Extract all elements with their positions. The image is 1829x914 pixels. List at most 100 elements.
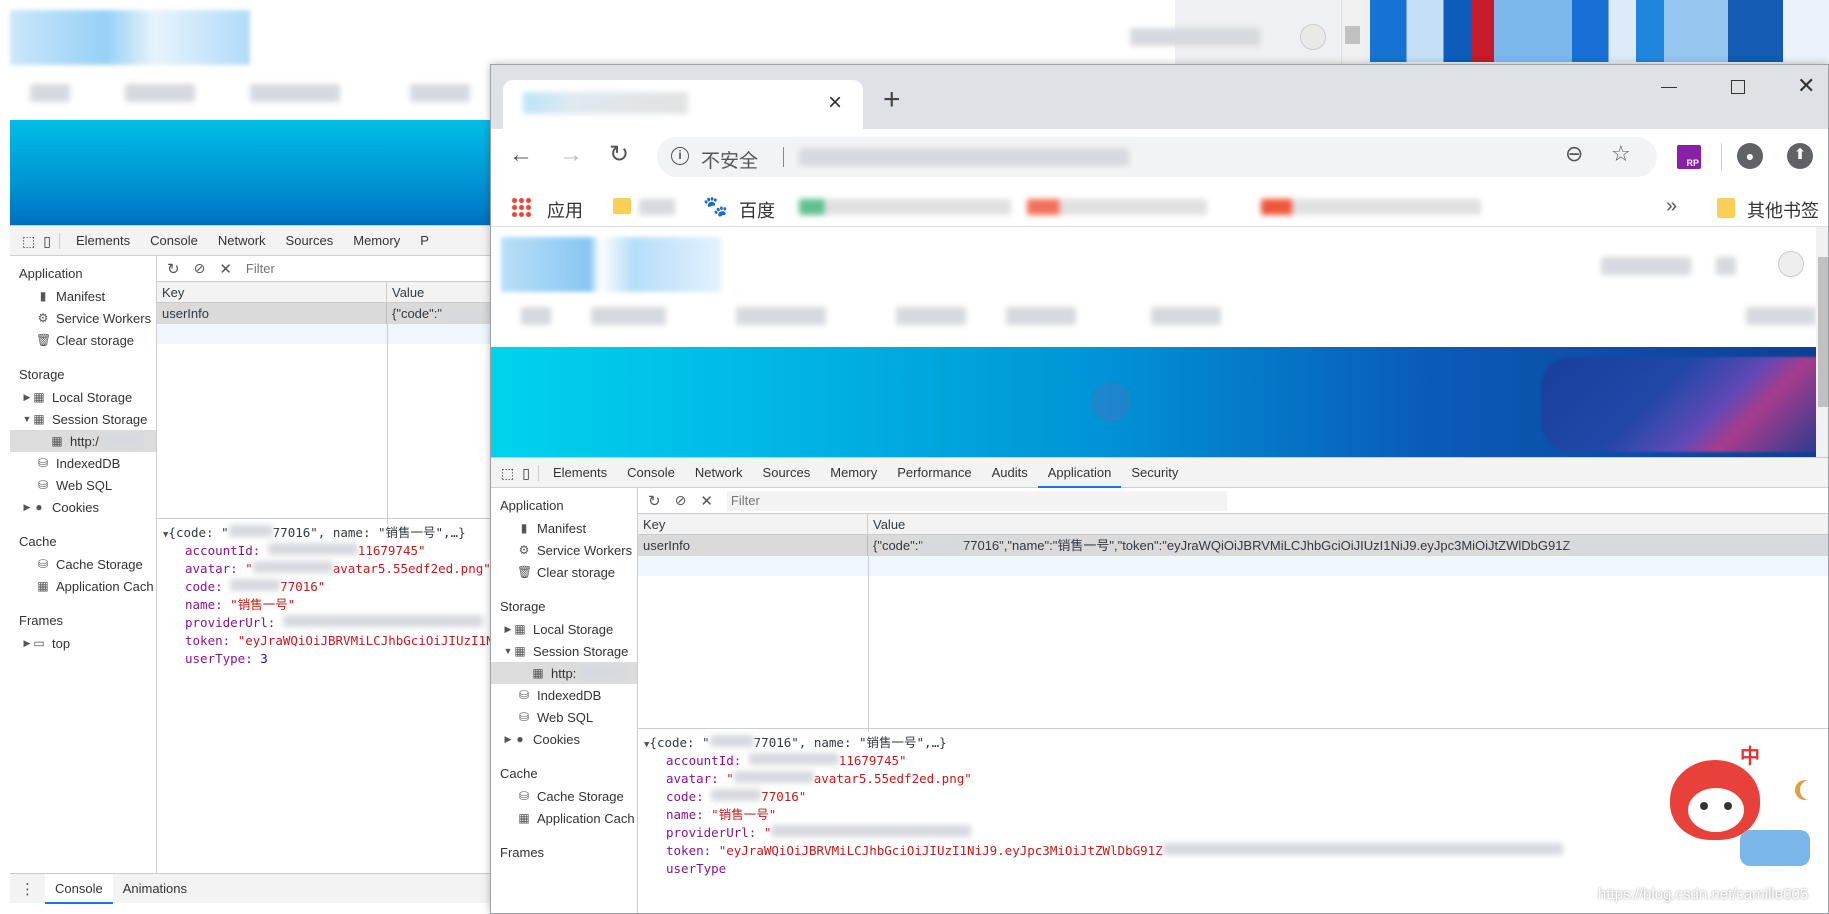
item-clear-storage[interactable]: 🗑 Clear storage	[491, 561, 637, 583]
update-icon[interactable]: ⬆	[1787, 143, 1813, 169]
delete-icon[interactable]: ✕	[219, 260, 232, 278]
tab-memory[interactable]: Memory	[820, 458, 887, 488]
back-nav-item[interactable]	[410, 84, 470, 102]
row-key-cell[interactable]: userInfo	[157, 303, 387, 324]
new-tab-button[interactable]: +	[883, 83, 901, 117]
clear-all-icon[interactable]: ⊘	[194, 260, 206, 277]
close-window-icon[interactable]: ✕	[1797, 73, 1815, 99]
item-local-storage[interactable]: ▶ ▦ Local Storage	[491, 618, 637, 640]
nav-item[interactable]	[1006, 307, 1076, 325]
bookmark-apps[interactable]: 应用	[547, 197, 583, 223]
back-item-session-storage[interactable]: ▼ ▦ Session Storage	[10, 408, 156, 430]
nav-item[interactable]	[1746, 307, 1816, 325]
folder-icon[interactable]	[613, 198, 631, 214]
key-column-header[interactable]: Key	[157, 282, 387, 302]
omnibox[interactable]: i 不安全 ⊖ ☆	[657, 137, 1657, 177]
back-tab-memory[interactable]: Memory	[343, 226, 410, 256]
back-item-websql[interactable]: ⛁ Web SQL	[10, 474, 156, 496]
nav-item[interactable]	[736, 307, 826, 325]
inspect-icon[interactable]: ⬚	[497, 458, 518, 488]
inspect-icon[interactable]: ⬚	[18, 226, 39, 256]
bookmark-baidu[interactable]: 百度	[739, 197, 775, 223]
browser-tab[interactable]: ×	[503, 80, 863, 130]
preview-summary[interactable]: ▼{code: " 77016", name: "销售一号",…}	[644, 734, 1828, 752]
tab-console[interactable]: Console	[617, 458, 685, 488]
forward-arrow-icon[interactable]: →	[559, 141, 583, 169]
profile-icon[interactable]: ●	[1737, 143, 1763, 169]
device-toggle-icon[interactable]: ▯	[518, 458, 538, 488]
drawer-tab-console[interactable]: Console	[45, 873, 113, 904]
back-item-cache-storage[interactable]: ⛁ Cache Storage	[10, 553, 156, 575]
star-icon[interactable]: ☆	[1611, 141, 1631, 167]
expand-arrow-icon[interactable]: ▶	[503, 734, 513, 745]
site-logo[interactable]	[501, 237, 721, 292]
tab-network[interactable]: Network	[685, 458, 753, 488]
tab-elements[interactable]: Elements	[543, 458, 617, 488]
ime-badge[interactable]: 中	[1740, 740, 1760, 769]
tab-close-icon[interactable]: ×	[828, 89, 842, 117]
row-value-cell[interactable]: {"code":"	[387, 303, 442, 324]
reload-icon[interactable]: ↻	[609, 140, 629, 169]
extension-rp-icon[interactable]: RP	[1677, 145, 1701, 169]
back-tab-sources[interactable]: Sources	[276, 226, 344, 256]
refresh-icon[interactable]: ↻	[167, 260, 180, 278]
minimize-icon[interactable]	[1661, 87, 1677, 88]
security-label[interactable]: 不安全	[701, 146, 758, 173]
baidu-paw-icon[interactable]: 🐾	[703, 194, 728, 219]
tab-application[interactable]: Application	[1037, 458, 1122, 488]
back-item-manifest[interactable]: ▮ Manifest	[10, 285, 156, 307]
folder-icon[interactable]	[1717, 198, 1735, 218]
item-session-origin[interactable]: ▦ http:	[491, 662, 637, 684]
filter-input[interactable]	[726, 490, 1227, 511]
key-column-header[interactable]: Key	[638, 514, 868, 534]
nav-item[interactable]	[591, 307, 666, 325]
expand-arrow-icon[interactable]: ▶	[22, 392, 32, 403]
item-cookies[interactable]: ▶ ● Cookies	[491, 728, 637, 750]
zoom-out-icon[interactable]: ⊖	[1565, 141, 1583, 167]
maximize-icon[interactable]	[1731, 80, 1745, 94]
expand-arrow-icon[interactable]: ▶	[22, 502, 32, 513]
nav-item[interactable]	[896, 307, 966, 325]
back-item-session-origin[interactable]: ▦ http:/	[10, 430, 156, 452]
back-tab-elements[interactable]: Elements	[66, 226, 140, 256]
back-tab-p[interactable]: P	[410, 226, 439, 256]
clear-all-icon[interactable]: ⊘	[675, 492, 687, 509]
item-indexeddb[interactable]: ⛁ IndexedDB	[491, 684, 637, 706]
expand-arrow-icon[interactable]: ▶	[503, 624, 513, 635]
row-key-cell[interactable]: userInfo	[638, 535, 868, 556]
back-nav-item[interactable]	[250, 84, 340, 102]
refresh-icon[interactable]: ↻	[648, 492, 661, 510]
table-row[interactable]: userInfo {"code":" 77016","name":"销售一号",…	[638, 535, 1828, 556]
page-scrollbar[interactable]	[1816, 227, 1828, 457]
bookmarks-more[interactable]: »	[1666, 195, 1677, 218]
back-item-clear-storage[interactable]: 🗑 Clear storage	[10, 329, 156, 351]
bookmark-blurred[interactable]	[1261, 199, 1481, 215]
back-item-frame-top[interactable]: ▶ ▭ top	[10, 632, 156, 654]
tab-audits[interactable]: Audits	[982, 458, 1038, 488]
value-column-header[interactable]: Value	[868, 514, 905, 534]
drawer-tab-animations[interactable]: Animations	[113, 874, 197, 904]
tab-performance[interactable]: Performance	[887, 458, 981, 488]
back-item-indexeddb[interactable]: ⛁ IndexedDB	[10, 452, 156, 474]
drawer-menu-icon[interactable]: ⋮	[10, 880, 45, 898]
collapse-arrow-icon[interactable]: ▼	[22, 414, 32, 424]
back-item-cookies[interactable]: ▶ ● Cookies	[10, 496, 156, 518]
back-nav-item[interactable]	[125, 84, 195, 102]
apps-grid-icon[interactable]	[511, 197, 531, 217]
tab-security[interactable]: Security	[1121, 458, 1188, 488]
item-manifest[interactable]: ▮ Manifest	[491, 517, 637, 539]
collapse-arrow-icon[interactable]: ▼	[503, 646, 513, 656]
tab-sources[interactable]: Sources	[753, 458, 821, 488]
value-column-header[interactable]: Value	[387, 282, 424, 302]
avatar[interactable]	[1778, 251, 1804, 277]
item-application-cache[interactable]: ▦ Application Cach	[491, 807, 637, 829]
bookmark-blurred[interactable]	[639, 199, 675, 215]
nav-item[interactable]	[521, 307, 551, 325]
bookmark-blurred[interactable]	[1027, 199, 1207, 215]
back-avatar[interactable]	[1300, 24, 1326, 50]
back-item-service-workers[interactable]: ⚙ Service Workers	[10, 307, 156, 329]
item-websql[interactable]: ⛁ Web SQL	[491, 706, 637, 728]
item-session-storage[interactable]: ▼ ▦ Session Storage	[491, 640, 637, 662]
bookmark-other[interactable]: 其他书签	[1747, 197, 1819, 223]
expand-arrow-icon[interactable]: ▶	[22, 638, 32, 649]
